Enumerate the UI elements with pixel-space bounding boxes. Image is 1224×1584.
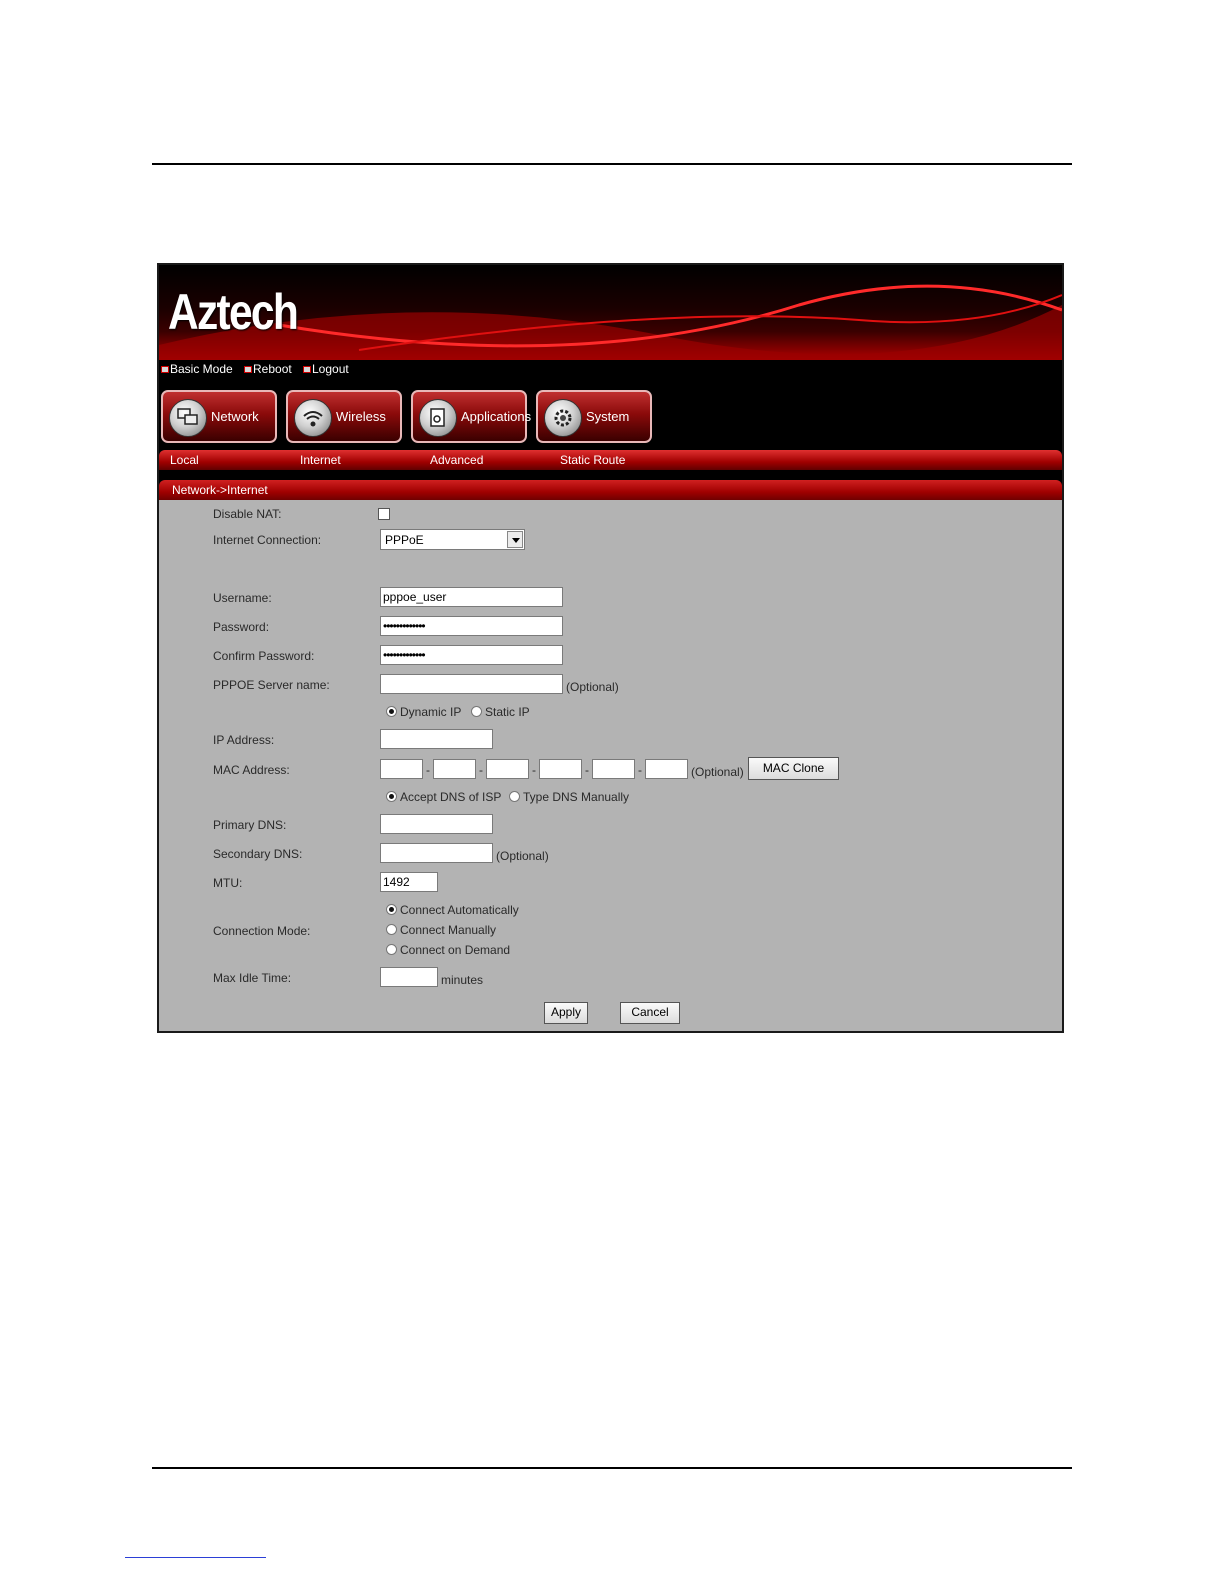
nav-network-button[interactable]: Network: [161, 390, 277, 443]
main-nav: Network Wireless Applications System: [159, 380, 1062, 450]
disable-nat-checkbox[interactable]: [378, 508, 390, 520]
breadcrumb: Network->Internet: [159, 480, 1062, 500]
username-label: Username:: [213, 591, 272, 605]
bullet-icon: [161, 366, 169, 374]
mac-octet-5[interactable]: [592, 759, 635, 779]
type-dns-radio[interactable]: [509, 791, 520, 802]
dynamic-ip-radio[interactable]: [386, 706, 397, 717]
optional-note: (Optional): [691, 765, 744, 779]
minutes-label: minutes: [441, 973, 484, 987]
mtu-input[interactable]: 1492: [380, 872, 438, 892]
connection-mode-label: Connection Mode:: [213, 924, 311, 938]
dynamic-ip-label: Dynamic IP: [400, 705, 462, 719]
basic-mode-link[interactable]: Basic Mode: [161, 362, 233, 376]
logout-link[interactable]: Logout: [303, 362, 349, 376]
nav-label: Wireless: [336, 409, 386, 424]
connect-auto-radio[interactable]: [386, 904, 397, 915]
internet-connection-label: Internet Connection:: [213, 533, 322, 547]
pppoe-server-input[interactable]: [380, 674, 563, 694]
sub-nav: Local Internet Advanced Static Route: [159, 450, 1062, 470]
mac-separator: -: [532, 763, 536, 777]
system-icon: [544, 399, 582, 437]
pppoe-server-label: PPPOE Server name:: [213, 678, 330, 692]
mac-separator: -: [638, 763, 642, 777]
mac-octet-3[interactable]: [486, 759, 529, 779]
password-label: Password:: [213, 620, 270, 634]
accept-dns-label: Accept DNS of ISP: [400, 790, 502, 804]
confirm-password-label: Confirm Password:: [213, 649, 315, 663]
nav-system-button[interactable]: System: [536, 390, 652, 443]
apply-button[interactable]: Apply: [544, 1002, 588, 1024]
top-rule: [152, 163, 1072, 165]
nav-wireless-button[interactable]: Wireless: [286, 390, 402, 443]
reboot-link[interactable]: Reboot: [244, 362, 292, 376]
nav-label: Applications: [461, 409, 532, 424]
mac-separator: -: [426, 763, 430, 777]
wireless-icon: [294, 399, 332, 437]
connect-demand-label: Connect on Demand: [400, 943, 511, 957]
internet-connection-value: PPPoE: [385, 533, 424, 547]
accept-dns-radio[interactable]: [386, 791, 397, 802]
mac-octet-2[interactable]: [433, 759, 476, 779]
footer-link-underline: [125, 1557, 266, 1558]
subnav-internet[interactable]: Internet: [300, 453, 341, 467]
top-links: Basic Mode Reboot Logout: [159, 360, 1062, 380]
username-input[interactable]: pppoe_user: [380, 587, 563, 607]
mtu-label: MTU:: [213, 876, 243, 890]
primary-dns-label: Primary DNS:: [213, 818, 287, 832]
internet-connection-select[interactable]: PPPoE: [380, 529, 525, 550]
breadcrumb-text: Network->Internet: [172, 483, 268, 497]
type-dns-label: Type DNS Manually: [523, 790, 630, 804]
connect-manual-radio[interactable]: [386, 924, 397, 935]
chevron-down-icon[interactable]: [507, 531, 523, 548]
max-idle-input[interactable]: [380, 967, 438, 987]
ip-address-input[interactable]: [380, 729, 493, 749]
mac-address-label: MAC Address:: [213, 763, 290, 777]
applications-icon: [419, 399, 457, 437]
network-icon: [169, 399, 207, 437]
connect-manual-label: Connect Manually: [400, 923, 497, 937]
connect-auto-label: Connect Automatically: [400, 903, 519, 917]
subnav-static-route[interactable]: Static Route: [560, 453, 625, 467]
subnav-local[interactable]: Local: [170, 453, 199, 467]
nav-applications-button[interactable]: Applications: [411, 390, 531, 443]
mac-octet-4[interactable]: [539, 759, 582, 779]
mac-octet-1[interactable]: [380, 759, 423, 779]
nav-label: Network: [211, 409, 259, 424]
router-admin-screenshot: Aztech Basic Mode Reboot Logout Network …: [157, 263, 1064, 1033]
optional-note: (Optional): [566, 680, 619, 694]
aztech-logo: Aztech: [168, 284, 299, 340]
bottom-rule: [152, 1467, 1072, 1469]
secondary-dns-input[interactable]: [380, 843, 493, 863]
connect-demand-radio[interactable]: [386, 944, 397, 955]
internet-settings-form: Disable NAT: Internet Connection: PPPoE …: [159, 500, 1062, 1031]
mac-separator: -: [479, 763, 483, 777]
ip-address-label: IP Address:: [213, 733, 275, 747]
header-banner: Aztech: [159, 265, 1062, 360]
disable-nat-label: Disable NAT:: [213, 507, 282, 521]
static-ip-label: Static IP: [485, 705, 530, 719]
optional-note: (Optional): [496, 849, 549, 863]
bullet-icon: [303, 366, 311, 374]
subnav-advanced[interactable]: Advanced: [430, 453, 483, 467]
mac-octet-6[interactable]: [645, 759, 688, 779]
mac-clone-button[interactable]: MAC Clone: [748, 757, 839, 780]
max-idle-label: Max Idle Time:: [213, 971, 292, 985]
mac-separator: -: [585, 763, 589, 777]
cancel-button[interactable]: Cancel: [620, 1002, 680, 1024]
password-input[interactable]: •••••••••••••: [380, 616, 563, 636]
bullet-icon: [244, 366, 252, 374]
secondary-dns-label: Secondary DNS:: [213, 847, 303, 861]
static-ip-radio[interactable]: [471, 706, 482, 717]
nav-label: System: [586, 409, 630, 424]
primary-dns-input[interactable]: [380, 814, 493, 834]
divider: [159, 470, 1062, 480]
confirm-password-input[interactable]: •••••••••••••: [380, 645, 563, 665]
